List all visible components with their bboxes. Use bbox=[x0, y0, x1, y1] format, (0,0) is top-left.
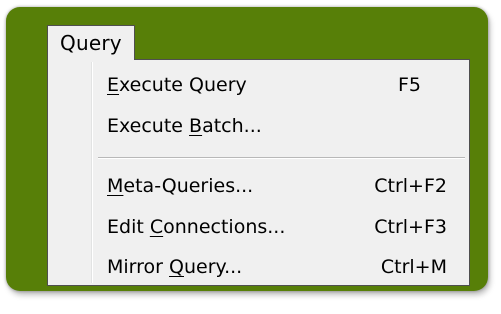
menu-separator bbox=[98, 157, 465, 159]
menu-query-label: Query bbox=[60, 31, 122, 55]
menu-item-meta-queries[interactable]: Meta-Queries... Ctrl+F2 bbox=[107, 171, 447, 201]
menu-item-label: Edit Connections... bbox=[107, 216, 286, 238]
menu-item-shortcut: F5 bbox=[397, 74, 421, 96]
menu-item-execute-batch[interactable]: Execute Batch... bbox=[107, 111, 447, 141]
menu-item-label: Execute Query bbox=[107, 74, 247, 96]
menu-query[interactable]: Query bbox=[47, 25, 135, 60]
menu-item-execute-query[interactable]: Execute Query F5 bbox=[107, 70, 447, 100]
menu-item-label: Execute Batch... bbox=[107, 115, 262, 137]
query-dropdown-menu: Execute Query F5 Execute Batch... Meta-Q… bbox=[47, 59, 470, 286]
menu-icon-gutter bbox=[51, 62, 92, 283]
menu-item-label: Meta-Queries... bbox=[107, 175, 254, 197]
menu-item-shortcut: Ctrl+F3 bbox=[374, 216, 447, 238]
menu-item-shortcut: Ctrl+M bbox=[380, 256, 447, 278]
menu-item-edit-connections[interactable]: Edit Connections... Ctrl+F3 bbox=[107, 212, 447, 242]
screenshot: Query Execute Query F5 Execute Batch... … bbox=[0, 0, 501, 314]
menu-item-label: Mirror Query... bbox=[107, 256, 243, 278]
menu-item-shortcut: Ctrl+F2 bbox=[374, 175, 447, 197]
menu-item-mirror-query[interactable]: Mirror Query... Ctrl+M bbox=[107, 252, 447, 282]
